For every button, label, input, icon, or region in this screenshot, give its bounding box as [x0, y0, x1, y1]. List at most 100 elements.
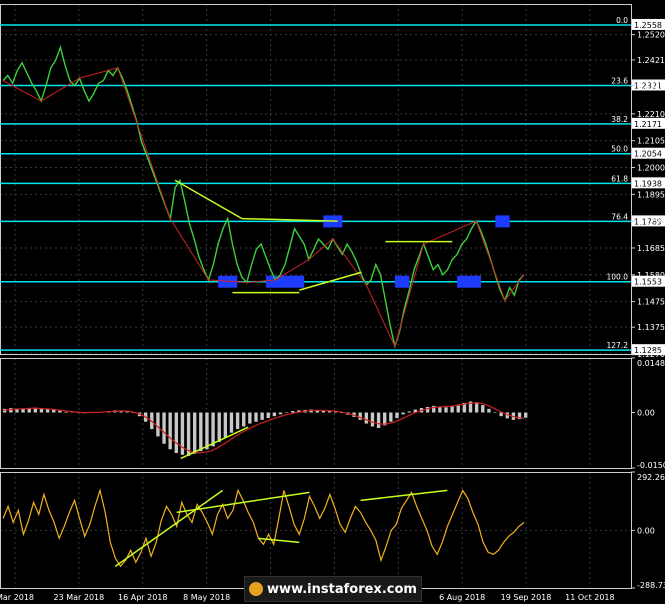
cci-line — [2, 488, 525, 568]
fib-price-label: 1.2171 — [634, 120, 662, 129]
y-tick-label: 0.00 — [637, 526, 655, 535]
macd-bar — [211, 412, 215, 447]
y-tick-label: 1.2520 — [637, 31, 665, 40]
fib-price-label: 1.2558 — [634, 21, 662, 30]
macd-bar — [242, 412, 246, 427]
cci-axis: 292.2619 0.00 -288.7304 — [631, 471, 665, 590]
macd-bar — [174, 412, 178, 453]
macd-bar — [21, 408, 25, 413]
macd-bar — [168, 412, 172, 450]
macd-bar — [425, 406, 430, 413]
support-zone — [457, 275, 481, 288]
trading-chart: 0.0 1.2558 23.6 1.2321 38.2 1.2171 50.0 1.2054 6… — [0, 4, 665, 602]
x-tick-label: 16 Apr 2018 — [118, 593, 167, 602]
x-tick-label: 23 Mar 2018 — [54, 593, 105, 602]
macd-bar — [235, 412, 240, 430]
instaforex-logo-icon — [249, 582, 264, 596]
macd-bar — [389, 412, 393, 422]
y-tick-label: 1.2421 — [637, 56, 665, 65]
x-tick-label: 6 Aug 2018 — [439, 593, 485, 602]
macd-bar — [254, 412, 258, 422]
macd-bar — [524, 412, 528, 418]
x-tick-label: 19 Sep 2018 — [501, 593, 552, 602]
resistance-zone — [495, 215, 510, 228]
fib-level-label: 61.8 — [611, 174, 628, 183]
macd-bar — [9, 408, 13, 413]
macd-bar — [217, 412, 221, 442]
macd-bar — [450, 405, 454, 413]
macd-bar — [487, 408, 491, 413]
y-tick-label: 1.1375 — [637, 323, 665, 332]
macd-bar — [370, 412, 375, 427]
macd-bar — [58, 410, 62, 413]
macd-bar — [395, 412, 399, 419]
zigzag-indicator — [2, 67, 525, 348]
macd-histogram — [3, 401, 528, 456]
fib-price-label: 1.2054 — [634, 150, 662, 159]
trend-annotations — [174, 179, 453, 294]
macd-bar — [193, 412, 197, 454]
y-tick-label: 292.2619 — [637, 473, 665, 482]
x-tick-label: 8 May 2018 — [183, 593, 230, 602]
macd-bar — [199, 412, 203, 452]
y-tick-label: -0.01509 — [637, 461, 665, 470]
support-zone — [265, 275, 305, 288]
macd-bar — [358, 412, 362, 420]
fib-price-label: 1.1938 — [634, 179, 662, 188]
macd-bar — [64, 411, 68, 413]
macd-panel-frame — [0, 358, 632, 469]
watermark-text: www.instaforex.com — [267, 581, 417, 597]
fib-level-label: 127.2 — [607, 341, 629, 350]
x-tick-label: Mar 2018 — [0, 593, 34, 602]
macd-bar — [278, 412, 283, 415]
macd-axis: 0.01482 0.00 -0.01509 — [631, 357, 665, 470]
macd-bar — [229, 412, 234, 433]
cci-panel: 292.2619 0.00 -288.7304 — [0, 471, 665, 590]
macd-bar — [364, 412, 369, 424]
watermark: www.instaforex.com — [244, 576, 422, 602]
y-tick-label: 1.1580 — [637, 271, 665, 280]
macd-bar — [260, 412, 264, 420]
support-resistance-zones — [218, 215, 510, 288]
y-tick-label: 1.1685 — [637, 244, 665, 253]
cci-trend-line — [360, 489, 448, 502]
macd-bar — [162, 412, 166, 444]
support-zone — [394, 275, 410, 288]
y-tick-label: 1.2000 — [637, 164, 665, 173]
macd-bar — [272, 412, 277, 417]
macd-bar — [376, 412, 381, 428]
y-tick-label: 1.2105 — [637, 137, 665, 146]
y-tick-label: -288.7304 — [637, 581, 665, 590]
fib-level-label: 23.6 — [611, 76, 628, 85]
trend-line — [174, 179, 243, 220]
macd-bar — [186, 412, 191, 456]
y-tick-label: 0.01482 — [637, 359, 665, 368]
x-tick-label: 11 Oct 2018 — [565, 593, 614, 602]
macd-bar — [444, 407, 448, 413]
y-tick-label: 1.1895 — [637, 190, 665, 199]
macd-bar — [493, 412, 497, 414]
fib-level-label: 100.0 — [607, 273, 629, 282]
macd-bar — [248, 412, 252, 424]
price-panel: 0.0 1.2558 23.6 1.2321 38.2 1.2171 50.0 1.2054 6… — [0, 4, 665, 359]
macd-bar — [407, 411, 411, 413]
macd-bar — [291, 411, 295, 413]
y-tick-label: 1.1790 — [637, 217, 665, 226]
macd-bar — [401, 412, 405, 415]
macd-bar — [266, 412, 270, 419]
macd-bar — [481, 405, 485, 413]
macd-bar — [223, 412, 228, 438]
fib-level-label: 50.0 — [611, 145, 628, 154]
fib-level-label: 76.4 — [611, 212, 628, 221]
y-tick-label: 0.00 — [637, 409, 655, 418]
y-tick-label: 1.1475 — [637, 298, 665, 307]
fib-level-label: 38.2 — [611, 115, 628, 124]
macd-bar — [474, 402, 479, 413]
fibonacci-levels: 0.0 1.2558 23.6 1.2321 38.2 1.2171 50.0 1.2054 6… — [0, 16, 665, 356]
y-tick-label: 1.2321 — [637, 81, 665, 90]
macd-panel: 0.01482 0.00 -0.01509 — [0, 357, 665, 470]
y-tick-label: 1.2210 — [637, 110, 665, 119]
macd-bar — [156, 412, 160, 437]
macd-bar — [205, 412, 209, 450]
fib-level-label: 0.0 — [616, 16, 628, 25]
